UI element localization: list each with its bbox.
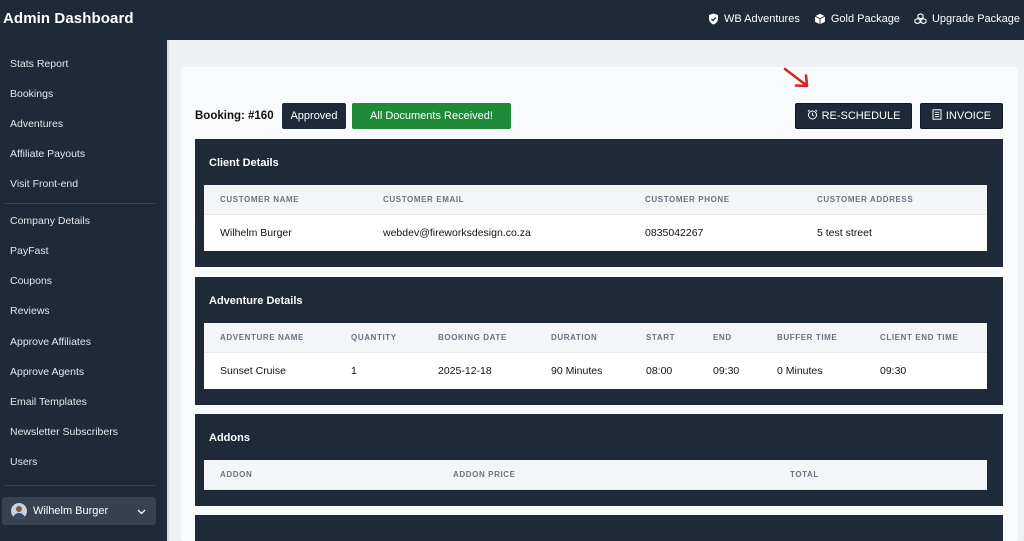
sidebar-divider xyxy=(4,203,156,204)
addons-table: Addon Addon Price Total xyxy=(204,460,987,490)
main-edge xyxy=(167,40,169,541)
column-header: Customer Name xyxy=(220,195,300,204)
column-header: Adventure Name xyxy=(220,333,304,342)
chevron-down-icon xyxy=(137,506,146,518)
column-header: Customer Email xyxy=(383,195,465,204)
addons-panel: Addons Addon Addon Price Total xyxy=(195,414,1003,506)
top-bar: Admin Dashboard WB Adventures Gold Packa… xyxy=(0,0,1024,40)
column-header: End xyxy=(713,333,732,342)
customer-phone: 0835042267 xyxy=(645,227,704,239)
sidebar-item-payfast[interactable]: PayFast xyxy=(10,245,49,257)
column-header: Start xyxy=(646,333,676,342)
avatar xyxy=(11,503,27,519)
sidebar-item-adventures[interactable]: Adventures xyxy=(10,118,63,130)
sidebar-divider xyxy=(4,485,156,486)
booking-date: 2025-12-18 xyxy=(438,365,492,377)
customer-email: webdev@fireworksdesign.co.za xyxy=(383,227,531,239)
app-title: Admin Dashboard xyxy=(3,10,134,27)
user-menu[interactable]: Wilhelm Burger xyxy=(2,497,156,525)
sidebar-item-affiliate-payouts[interactable]: Affiliate Payouts xyxy=(10,148,85,160)
column-header: Booking Date xyxy=(438,333,507,342)
client-details-panel: Client Details Customer Name Customer Em… xyxy=(195,139,1003,267)
adventure-name: Sunset Cruise xyxy=(220,365,286,377)
sidebar-item-visit-front-end[interactable]: Visit Front-end xyxy=(10,178,78,190)
column-header: Addon Price xyxy=(453,470,516,479)
topnav-label: Gold Package xyxy=(830,13,900,25)
column-header: Duration xyxy=(551,333,598,342)
booking-number: Booking: #160 xyxy=(195,110,274,122)
column-header: Addon xyxy=(220,470,253,479)
start-time: 08:00 xyxy=(646,365,673,377)
table-header: Customer Name Customer Email Customer Ph… xyxy=(204,185,987,215)
column-header: Customer Address xyxy=(817,195,914,204)
adventure-details-title: Adventure Details xyxy=(209,295,303,307)
topnav-gold-package[interactable]: Gold Package xyxy=(814,13,900,25)
addons-title: Addons xyxy=(209,432,250,444)
topnav-label: Upgrade Package xyxy=(931,13,1020,25)
sidebar-item-coupons[interactable]: Coupons xyxy=(10,275,52,287)
table-header: Adventure Name Quantity Booking Date Dur… xyxy=(204,323,987,353)
annotation-arrow-icon xyxy=(783,67,809,88)
sidebar-item-users[interactable]: Users xyxy=(10,456,37,468)
reschedule-label: RE-SCHEDULE xyxy=(821,110,901,122)
topnav-upgrade-package[interactable]: Upgrade Package xyxy=(914,13,1020,25)
customer-address: 5 test street xyxy=(817,227,872,239)
reschedule-button[interactable]: RE-SCHEDULE xyxy=(795,103,912,129)
client-end-time: 09:30 xyxy=(880,365,907,377)
topnav-wb-adventures[interactable]: WB Adventures xyxy=(708,13,800,25)
column-header: Customer Phone xyxy=(645,195,730,204)
column-header: Client End Time xyxy=(880,333,959,342)
topnav-label: WB Adventures xyxy=(724,13,800,25)
sidebar-item-reviews[interactable]: Reviews xyxy=(10,305,50,317)
invoice-label: INVOICE xyxy=(945,110,992,122)
sidebar-item-email-templates[interactable]: Email Templates xyxy=(10,396,87,408)
customer-name: Wilhelm Burger xyxy=(220,227,292,239)
table-header: Addon Addon Price Total xyxy=(204,460,987,490)
box-icon xyxy=(814,13,826,25)
next-panel xyxy=(195,515,1003,541)
sidebar-item-bookings[interactable]: Bookings xyxy=(10,88,53,100)
adventure-table: Adventure Name Quantity Booking Date Dur… xyxy=(204,323,987,389)
sidebar-item-stats-report[interactable]: Stats Report xyxy=(10,58,68,70)
documents-badge: All Documents Received! xyxy=(352,103,511,129)
buffer-time: 0 Minutes xyxy=(777,365,823,377)
adventure-details-panel: Adventure Details Adventure Name Quantit… xyxy=(195,277,1003,405)
invoice-icon xyxy=(932,109,942,123)
sidebar-item-newsletter-subscribers[interactable]: Newsletter Subscribers xyxy=(10,426,118,438)
column-header: Total xyxy=(790,470,819,479)
column-header: Quantity xyxy=(351,333,397,342)
invoice-button[interactable]: INVOICE xyxy=(920,103,1003,129)
alarm-clock-icon xyxy=(807,109,818,123)
sidebar-item-approve-affiliates[interactable]: Approve Affiliates xyxy=(10,336,91,348)
sidebar: Stats Report Bookings Adventures Affilia… xyxy=(0,40,167,541)
stack-icon xyxy=(914,13,927,25)
sidebar-item-approve-agents[interactable]: Approve Agents xyxy=(10,366,84,378)
status-badge: Approved xyxy=(282,103,346,129)
user-name: Wilhelm Burger xyxy=(33,505,109,517)
client-table: Customer Name Customer Email Customer Ph… xyxy=(204,185,987,251)
top-nav: WB Adventures Gold Package Upgrade Packa… xyxy=(708,13,1020,25)
column-header: Buffer Time xyxy=(777,333,838,342)
duration: 90 Minutes xyxy=(551,365,603,377)
shield-icon xyxy=(708,13,719,25)
sidebar-item-company-details[interactable]: Company Details xyxy=(10,215,90,227)
quantity: 1 xyxy=(351,365,357,377)
client-details-title: Client Details xyxy=(209,157,279,169)
end-time: 09:30 xyxy=(713,365,740,377)
